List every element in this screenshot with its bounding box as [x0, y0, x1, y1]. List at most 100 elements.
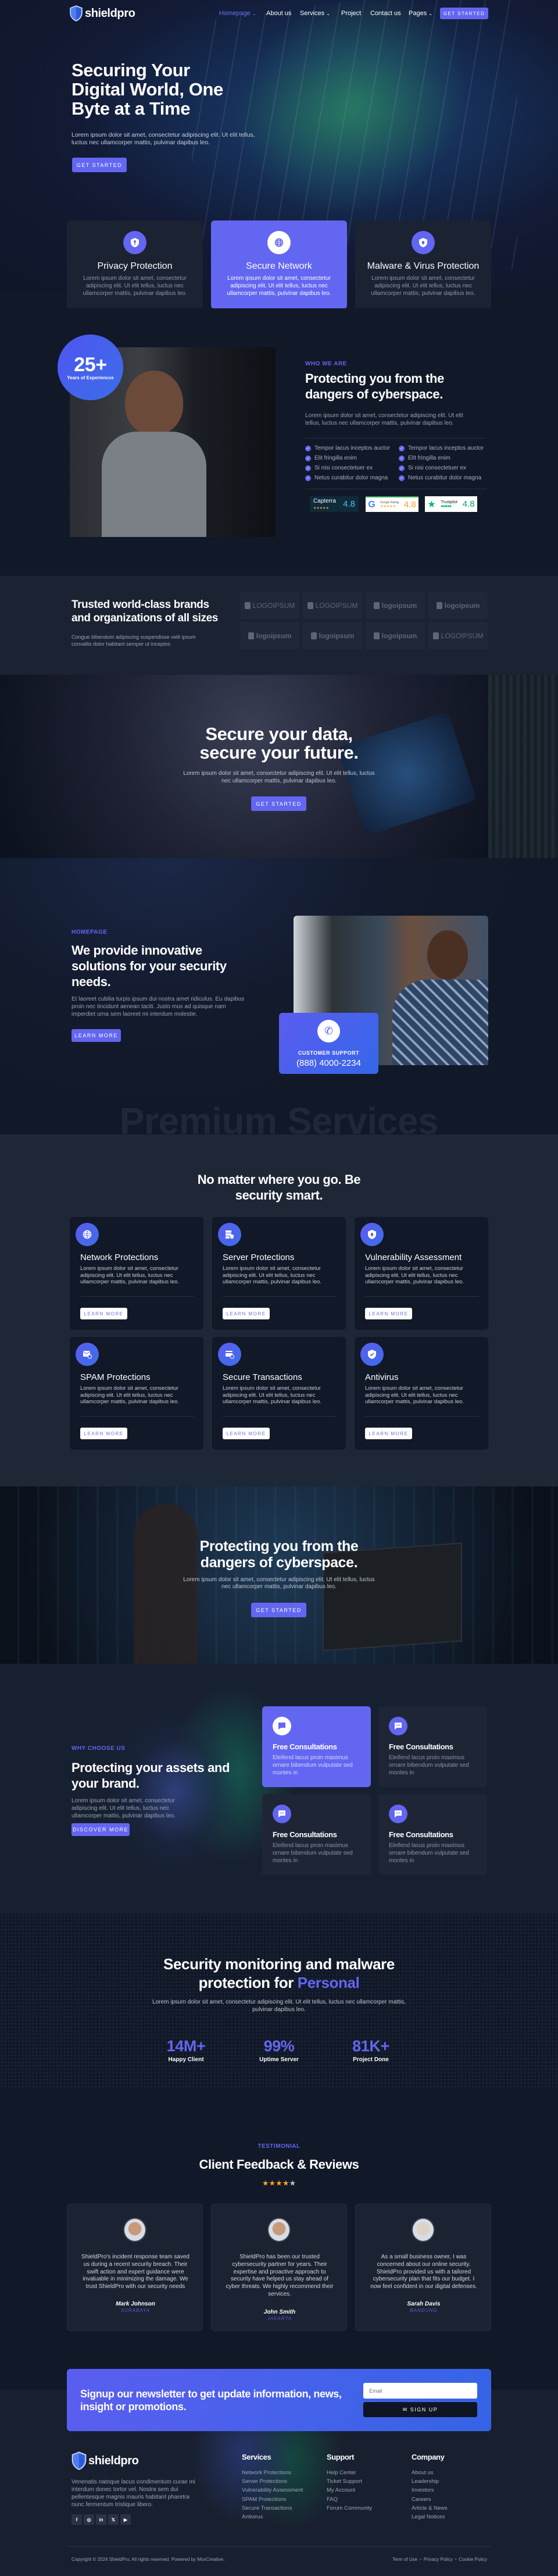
nav-about[interactable]: About us	[266, 8, 291, 19]
premium-services-watermark: Premium Services	[119, 1100, 439, 1134]
chat-icon	[389, 1805, 407, 1823]
footer-link[interactable]: Legal Notices	[412, 2514, 445, 2520]
experience-badge: 25+ Years of Experiencce	[58, 335, 123, 400]
checklist-item: ✓ Tempor lacus inceptos auctor	[305, 445, 390, 451]
twitter-icon[interactable]: 𝕏	[108, 2514, 119, 2525]
discover-more-button[interactable]: DISCOVER MORE	[71, 1823, 130, 1836]
stats-title: Security monitoring and malware protecti…	[163, 1955, 395, 1991]
learn-more-button[interactable]: LEARN MORE	[223, 1428, 270, 1439]
testimonials-section: TESTIMONIAL Client Feedback & Reviews ★★…	[0, 2088, 558, 2391]
rating-google[interactable]: G Google Rating ★★★★★ 4.8	[366, 496, 419, 512]
stars-icon: ★★★★★	[380, 505, 396, 508]
footer-link[interactable]: Help Center	[327, 2470, 356, 2476]
footer-link[interactable]: Vulnerability Assessment	[242, 2487, 303, 2493]
about-section: 25+ Years of Experiencce WHO WE ARE Prot…	[0, 308, 558, 576]
feature-card[interactable]: Malware & Virus Protection Lorem ipsum d…	[355, 220, 491, 309]
nav-contact[interactable]: Contact us	[370, 8, 401, 19]
check-circle-icon: ✓	[399, 475, 405, 481]
footer-link[interactable]: Forum Community	[327, 2505, 372, 2511]
hero-get-started-button[interactable]: GET STARTED	[72, 158, 127, 172]
footer-link[interactable]: Secure Transactions	[242, 2505, 292, 2511]
email-input[interactable]	[363, 2383, 477, 2399]
consultation-card[interactable]: Free Consultations Eleifend lacus proin …	[378, 1706, 487, 1787]
customer-support-card[interactable]: ✆ CUSTOMER SUPPORT (888) 4000-2234	[279, 1013, 378, 1074]
learn-more-button[interactable]: LEARN MORE	[80, 1308, 127, 1319]
footer-column-title: Services	[242, 2453, 271, 2461]
legal-link[interactable]: Term of Use	[392, 2557, 417, 2562]
shield-logo-icon	[71, 2452, 87, 2470]
learn-more-button[interactable]: LEARN MORE	[80, 1428, 127, 1439]
service-card: SPAM Protections Lorem ipsum dolor sit a…	[70, 1337, 203, 1450]
footer-logo[interactable]: shieldpro	[71, 2452, 139, 2470]
learn-more-button[interactable]: LEARN MORE	[71, 1029, 121, 1042]
services-section: No matter where you go. Be security smart…	[0, 1134, 558, 1486]
nav-project[interactable]: Project	[341, 8, 361, 19]
feature-card[interactable]: Privacy Protection Lorem ipsum dolor sit…	[67, 220, 203, 309]
brand-logo: LOGOIPSUM	[240, 592, 299, 619]
learn-more-button[interactable]: LEARN MORE	[223, 1308, 270, 1319]
consultation-card[interactable]: Free Consultations Eleifend lacus proin …	[262, 1706, 371, 1787]
footer-link[interactable]: FAQ	[327, 2496, 338, 2503]
separator-dot: •	[420, 2557, 421, 2562]
header-get-started-button[interactable]: GET STARTED	[440, 8, 488, 19]
chat-icon	[389, 1717, 407, 1735]
checklist-item: ✓ Netus curabitur dolor magna	[305, 475, 388, 481]
checklist-item: ✓ Netus curabitur dolor magna	[399, 475, 481, 481]
banner2-title: Protecting you from the dangers of cybers…	[199, 1538, 359, 1571]
why-title: Protecting your assets and your brand.	[71, 1760, 230, 1791]
learn-more-button[interactable]: LEARN MORE	[365, 1428, 412, 1439]
legal-link[interactable]: Privacy Policy	[424, 2557, 453, 2562]
consultation-card[interactable]: Free Consultations Eleifend lacus proin …	[378, 1794, 487, 1875]
check-circle-icon: ✓	[305, 475, 311, 481]
footer-link[interactable]: My Account	[327, 2487, 355, 2493]
innovative-label: HOMEPAGE	[71, 929, 108, 935]
nav-pages[interactable]: Pages ⌄	[409, 8, 432, 20]
chat-icon	[273, 1717, 291, 1735]
legal-links: Term of Use • Privacy Policy • Cookie Policy	[392, 2557, 487, 2562]
checklist-item: ✓ Si nisi consectetuer ex	[305, 465, 373, 471]
star-icon: ★	[262, 2179, 269, 2187]
mail-check-icon	[76, 1343, 99, 1366]
footer-link[interactable]: Antivirus	[242, 2514, 263, 2520]
rating-capterra[interactable]: Capterra ★★★★★ 4.8	[310, 496, 359, 512]
service-card: Network Protections Lorem ipsum dolor si…	[70, 1217, 203, 1330]
feature-card[interactable]: Secure Network Lorem ipsum dolor sit ame…	[211, 220, 347, 309]
nav-homepage[interactable]: Homepage ⌄	[219, 8, 256, 20]
banner2-get-started-button[interactable]: GET STARTED	[251, 1603, 306, 1617]
footer-link[interactable]: Investors	[412, 2487, 434, 2493]
footer-link[interactable]: Leadership	[412, 2478, 439, 2485]
footer-link[interactable]: Careers	[412, 2496, 431, 2503]
facebook-icon[interactable]: f	[71, 2514, 82, 2525]
instagram-icon[interactable]: ◎	[84, 2514, 94, 2525]
footer-link[interactable]: About us	[412, 2470, 434, 2476]
footer-link[interactable]: Server Protections	[242, 2478, 287, 2485]
star-icon: ★	[276, 2179, 282, 2187]
footer-link[interactable]: SPAM Protections	[242, 2496, 286, 2503]
secure-data-banner: Secure your data, secure your future. Lor…	[0, 675, 558, 858]
rating-trustpilot[interactable]: ★ Trustpilot ■■■■■ 4.8	[425, 496, 477, 512]
sign-up-button[interactable]: ✉ SIGN UP	[363, 2402, 477, 2417]
legal-link[interactable]: Cookie Policy	[459, 2557, 487, 2562]
footer-column-title: Company	[412, 2453, 445, 2461]
checklist-item: ✓ Elit fringilla enim	[305, 455, 357, 461]
logo[interactable]: shieldpro	[70, 5, 135, 22]
logo-mark-icon	[244, 602, 251, 609]
linkedin-icon[interactable]: in	[96, 2514, 106, 2525]
logo-mark-icon	[373, 602, 380, 609]
consultation-card[interactable]: Free Consultations Eleifend lacus proin …	[262, 1794, 371, 1875]
banner1-get-started-button[interactable]: GET STARTED	[251, 796, 306, 811]
footer-link[interactable]: Network Protections	[242, 2470, 291, 2476]
footer-link[interactable]: Article & News	[412, 2505, 448, 2511]
divider	[80, 1416, 194, 1417]
banner2-text: Lorem ipsum dolor sit amet, consectetur …	[183, 1577, 375, 1590]
nav-services[interactable]: Services ⌄	[300, 8, 330, 20]
check-circle-icon: ✓	[305, 465, 311, 471]
divider	[80, 1296, 194, 1297]
learn-more-button[interactable]: LEARN MORE	[365, 1308, 412, 1319]
phone-icon: ✆	[317, 1020, 340, 1043]
divider	[223, 1296, 337, 1297]
star-icon: ★	[282, 2179, 289, 2187]
logo-mark-icon	[310, 632, 317, 639]
youtube-icon[interactable]: ▶	[120, 2514, 131, 2525]
footer-link[interactable]: Ticket Support	[327, 2478, 362, 2485]
